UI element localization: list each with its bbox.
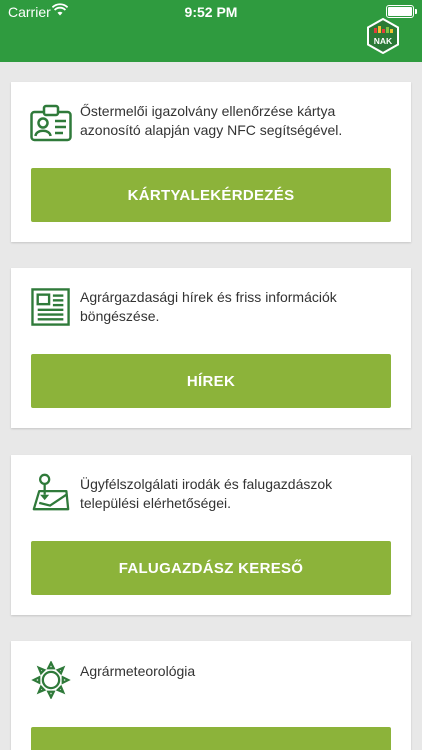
nak-logo[interactable]: NAK xyxy=(366,18,400,54)
battery-icon xyxy=(386,5,417,18)
card-meteorology: Agrármeteorológia xyxy=(11,641,411,750)
card-card-query: Őstermelői igazolvány ellenőrzése kártya… xyxy=(11,82,411,242)
advisor-search-button[interactable]: FALUGAZDÁSZ KERESŐ xyxy=(31,541,391,595)
status-bar: Carrier 9:52 PM xyxy=(0,0,422,22)
meteorology-button[interactable] xyxy=(31,727,391,750)
map-pin-icon xyxy=(32,473,70,511)
news-button[interactable]: HÍREK xyxy=(31,354,391,408)
newspaper-icon xyxy=(31,288,70,326)
card-query-button[interactable]: KÁRTYALEKÉRDEZÉS xyxy=(31,168,391,222)
id-card-icon xyxy=(30,104,72,142)
card-description: Ügyfélszolgálati irodák és falugazdászok… xyxy=(80,476,333,511)
logo-text: NAK xyxy=(374,36,393,46)
card-advisor-finder: Ügyfélszolgálati irodák és falugazdászok… xyxy=(11,455,411,615)
card-description: Őstermelői igazolvány ellenőrzése kártya… xyxy=(80,103,343,138)
app-header: Carrier 9:52 PM NAK xyxy=(0,0,422,62)
card-description: Agrárgazdasági hírek és friss információ… xyxy=(80,289,337,324)
card-description: Agrármeteorológia xyxy=(80,663,196,679)
sun-icon xyxy=(31,661,71,699)
card-news: Agrárgazdasági hírek és friss információ… xyxy=(11,268,411,428)
clock: 9:52 PM xyxy=(184,4,238,20)
